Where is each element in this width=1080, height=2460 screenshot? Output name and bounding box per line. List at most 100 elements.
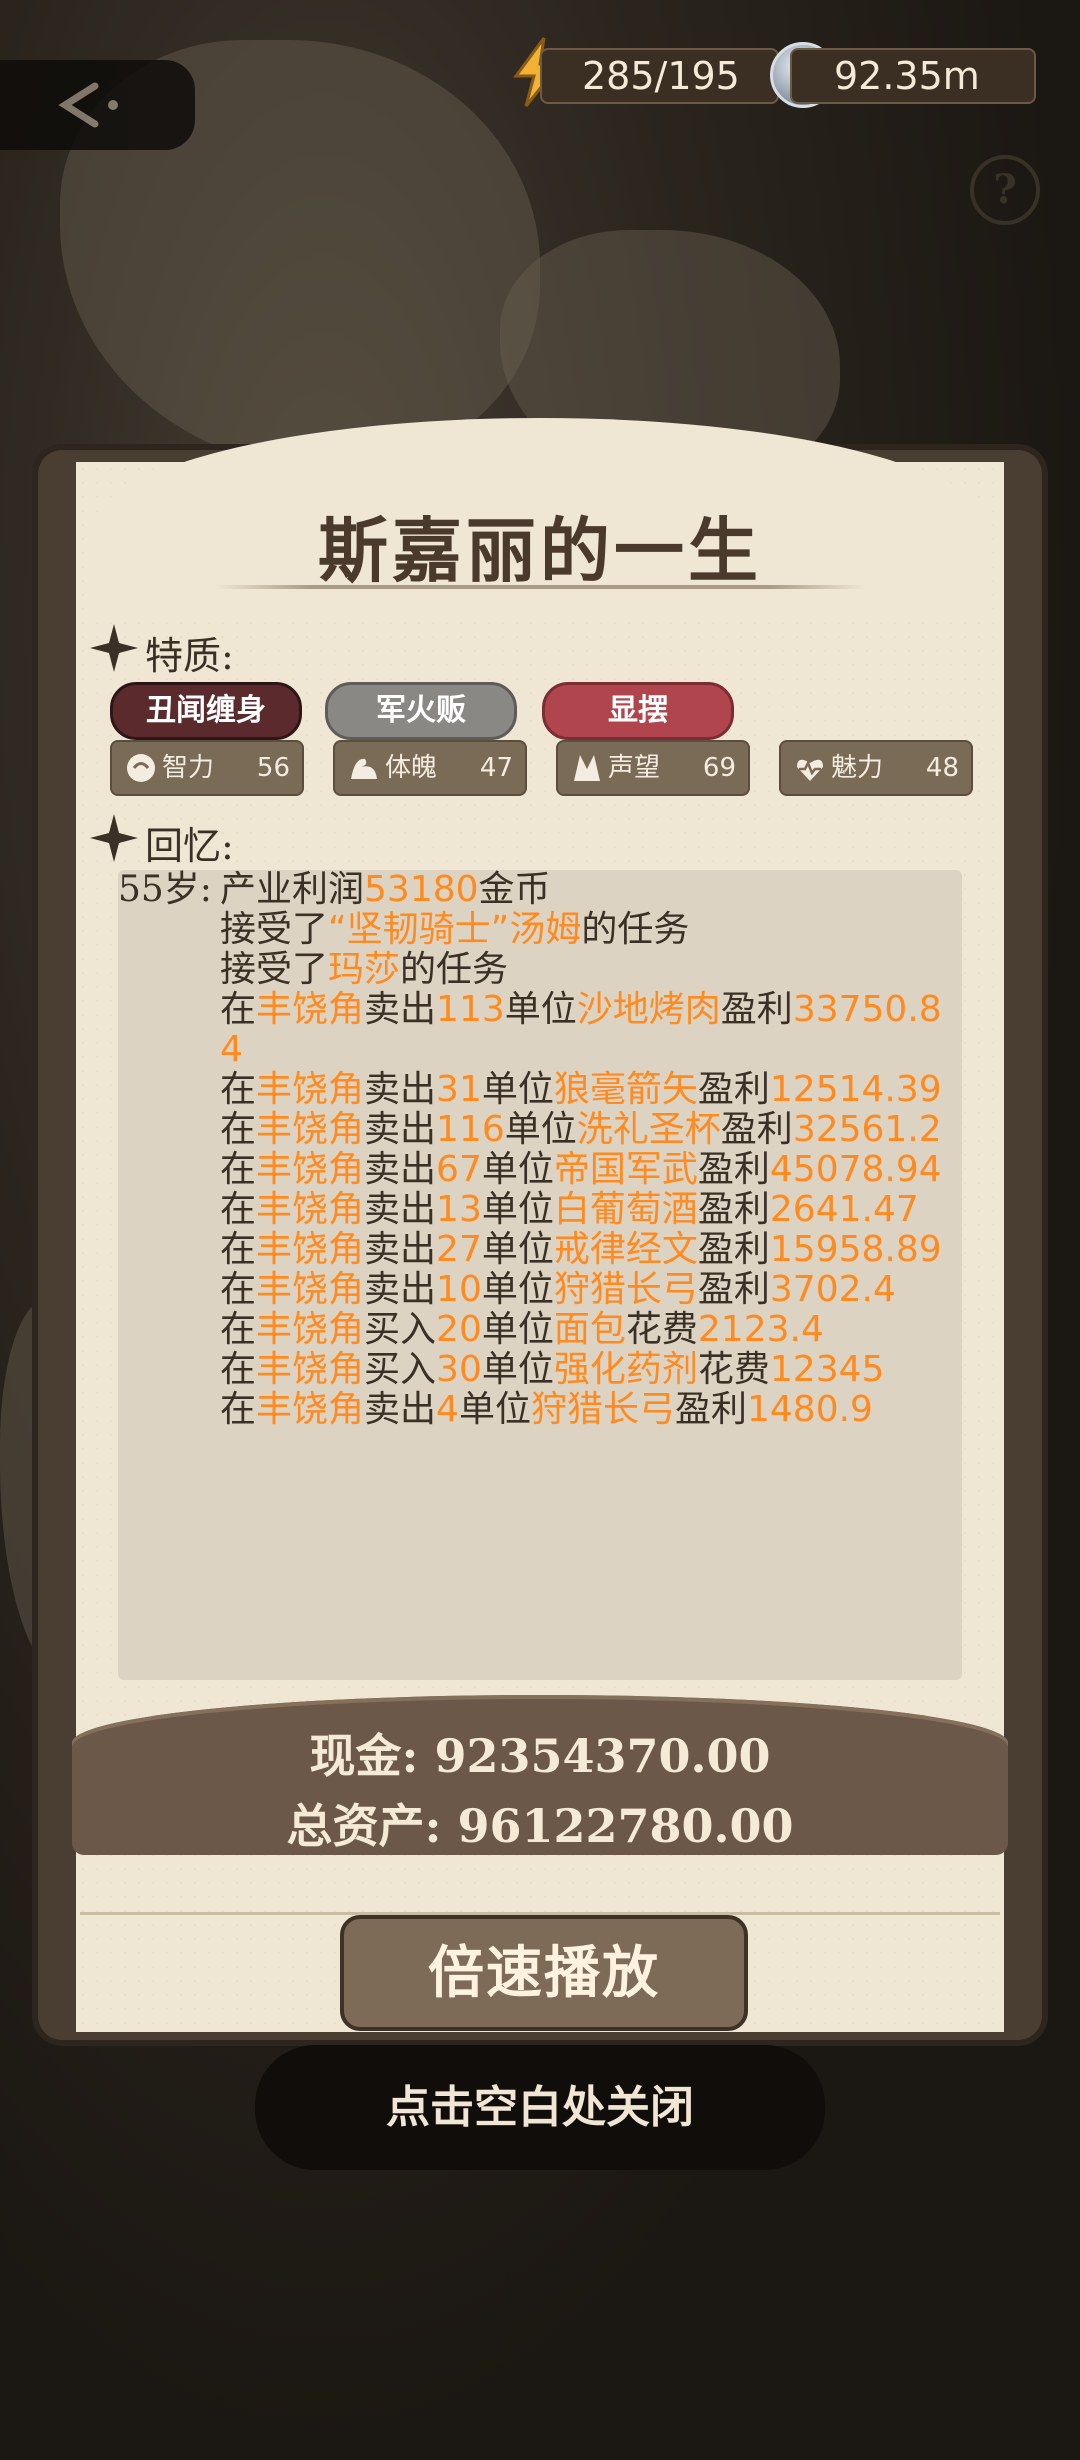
memory-highlight: 丰饶角 <box>256 1269 365 1310</box>
memory-line: 在丰饶角卖出67单位帝国军武盈利45078.94 <box>220 1150 960 1190</box>
memory-line: 在丰饶角卖出27单位戒律经文盈利15958.89 <box>220 1230 960 1270</box>
back-button[interactable] <box>0 60 195 150</box>
memory-text: 在 <box>220 1309 257 1350</box>
memory-text: 在 <box>220 1069 257 1110</box>
memory-highlight: 面包 <box>553 1309 626 1350</box>
memory-text: 卖出 <box>364 1389 437 1430</box>
memory-highlight: 戒律经文 <box>553 1229 698 1270</box>
memory-line: 在丰饶角卖出13单位白葡萄酒盈利2641.47 <box>220 1190 960 1230</box>
memory-text: 盈利 <box>697 1149 770 1190</box>
memory-text: 单位 <box>458 1389 531 1430</box>
cash-line: 现金: 92354370.00 <box>309 1729 771 1783</box>
memory-highlight: 帝国军武 <box>553 1149 698 1190</box>
memory-text: 买入 <box>364 1309 437 1350</box>
energy-counter: 285/195 <box>540 48 779 104</box>
memory-highlight: 狩猎长弓 <box>553 1269 698 1310</box>
brain-icon <box>127 754 155 782</box>
memory-highlight: 12345 <box>769 1349 885 1390</box>
memory-highlight: 4 <box>436 1389 459 1430</box>
speed-play-button[interactable]: 倍速播放 <box>340 1915 748 2031</box>
close-hint-button[interactable]: 点击空白处关闭 <box>255 2045 825 2170</box>
memory-text: 盈利 <box>697 1269 770 1310</box>
memory-line: 在丰饶角卖出4单位狩猎长弓盈利1480.9 <box>220 1390 960 1430</box>
total-assets-line: 总资产: 96122780.00 <box>286 1799 794 1853</box>
traits-label: 特质: <box>145 634 234 678</box>
memory-text: 在 <box>220 1149 257 1190</box>
memory-highlight: 丰饶角 <box>256 1389 365 1430</box>
memory-highlight: 20 <box>436 1309 482 1350</box>
stat-reputation: 声望 69 <box>556 740 750 796</box>
memory-highlight: 丰饶角 <box>256 1309 365 1350</box>
memory-text: 在 <box>220 1269 257 1310</box>
memory-text: 卖出 <box>364 1069 437 1110</box>
memory-line: 在丰饶角买入20单位面包花费2123.4 <box>220 1310 960 1350</box>
memory-highlight: 10 <box>436 1269 482 1310</box>
memory-text: 花费 <box>625 1309 698 1350</box>
memory-highlight: 丰饶角 <box>256 989 365 1030</box>
memory-text: 单位 <box>481 1269 554 1310</box>
memory-highlight: 丰饶角 <box>256 1109 365 1150</box>
memory-line: 在丰饶角卖出113单位沙地烤肉盈利33750.84 <box>220 990 960 1070</box>
memory-text: 盈利 <box>720 989 793 1030</box>
stat-physique: 体魄 47 <box>333 740 527 796</box>
memory-text: 在 <box>220 1229 257 1270</box>
heartbeat-icon <box>797 759 823 781</box>
memory-text: 卖出 <box>364 1149 437 1190</box>
muscle-icon <box>351 758 377 779</box>
memory-highlight: 2123.4 <box>697 1309 824 1350</box>
memory-text: 单位 <box>481 1309 554 1350</box>
memory-highlight: 45078.94 <box>769 1149 942 1190</box>
memory-text: 盈利 <box>697 1069 770 1110</box>
memory-text: 买入 <box>364 1349 437 1390</box>
memory-text: 在 <box>220 1389 257 1430</box>
memory-highlight: 32561.2 <box>792 1109 942 1150</box>
memory-text: 盈利 <box>697 1229 770 1270</box>
memory-text: 接受了 <box>220 949 329 990</box>
help-icon[interactable]: ? <box>970 155 1040 225</box>
stat-intelligence: 智力 56 <box>110 740 304 796</box>
memory-text: 在 <box>220 989 257 1030</box>
memory-text: 在 <box>220 1189 257 1230</box>
trait-badge[interactable]: 军火贩 <box>325 682 517 740</box>
memory-highlight: 丰饶角 <box>256 1229 365 1270</box>
memory-highlight: 2641.47 <box>769 1189 919 1230</box>
memory-highlight: 丰饶角 <box>256 1349 365 1390</box>
memory-highlight: 沙地烤肉 <box>576 989 721 1030</box>
memory-highlight: “坚韧骑士”汤姆 <box>328 909 582 950</box>
memory-line: 产业利润53180金币 <box>220 870 960 910</box>
memory-highlight: 玛莎 <box>328 949 401 990</box>
memory-highlight: 31 <box>436 1069 482 1110</box>
memory-line: 接受了玛莎的任务 <box>220 950 960 990</box>
memory-highlight: 丰饶角 <box>256 1149 365 1190</box>
trait-badge[interactable]: 显摆 <box>542 682 734 740</box>
memory-highlight: 洗礼圣杯 <box>576 1109 721 1150</box>
panel-title: 斯嘉丽的一生 <box>318 509 762 592</box>
star-icon <box>90 814 138 862</box>
memory-log[interactable]: 55岁: 产业利润53180金币 接受了“坚韧骑士”汤姆的任务 接受了玛莎的任务 在丰… <box>118 870 962 1680</box>
memory-text: 在 <box>220 1109 257 1150</box>
memory-text: 卖出 <box>364 1269 437 1310</box>
memory-text: 单位 <box>481 1189 554 1230</box>
memory-highlight: 116 <box>436 1109 505 1150</box>
memory-text: 卖出 <box>364 1229 437 1270</box>
memory-text: 卖出 <box>364 989 437 1030</box>
memory-label: 回忆: <box>145 824 234 868</box>
trait-badge[interactable]: 丑闻缠身 <box>110 682 302 740</box>
memory-highlight: 113 <box>436 989 505 1030</box>
title-divider <box>215 585 865 589</box>
memory-text: 盈利 <box>720 1109 793 1150</box>
memory-highlight: 丰饶角 <box>256 1069 365 1110</box>
memory-highlight: 27 <box>436 1229 482 1270</box>
memory-line: 在丰饶角卖出10单位狩猎长弓盈利3702.4 <box>220 1270 960 1310</box>
memory-line: 接受了“坚韧骑士”汤姆的任务 <box>220 910 960 950</box>
memory-text: 单位 <box>481 1069 554 1110</box>
memory-text: 盈利 <box>697 1189 770 1230</box>
memory-text: 的任务 <box>581 909 690 950</box>
memory-highlight: 12514.39 <box>769 1069 942 1110</box>
memory-highlight: 1480.9 <box>747 1389 873 1430</box>
star-icon <box>90 624 138 672</box>
memory-text: 的任务 <box>400 949 509 990</box>
stat-charm: 魅力 48 <box>779 740 973 796</box>
memory-text: 花费 <box>697 1349 770 1390</box>
memory-highlight: 13 <box>436 1189 482 1230</box>
